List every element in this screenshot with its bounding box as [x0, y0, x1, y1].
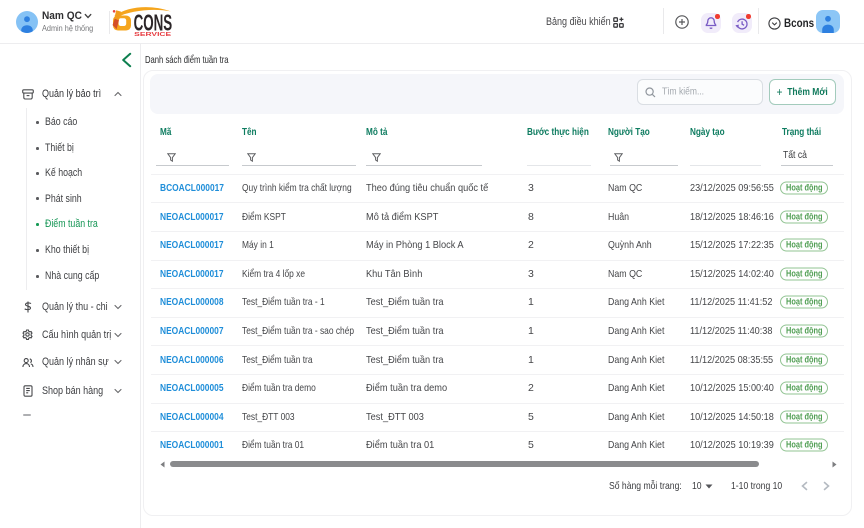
- svg-text:SERVICE: SERVICE: [134, 32, 172, 38]
